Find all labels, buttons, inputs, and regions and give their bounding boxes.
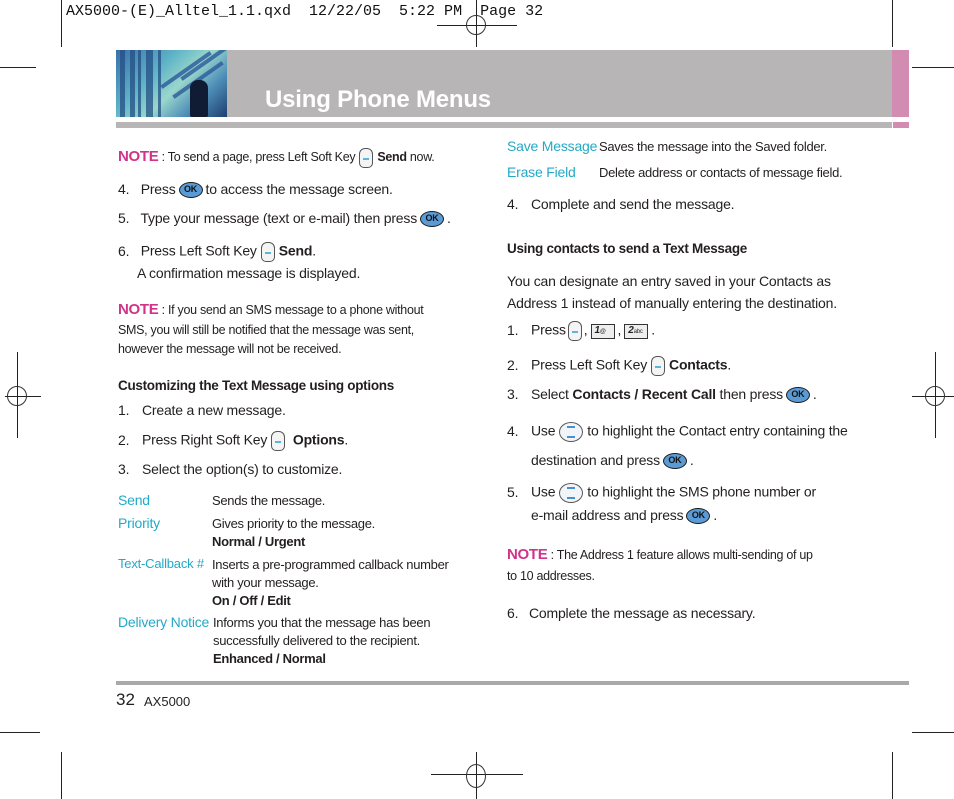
header-photo [116, 50, 227, 117]
navigation-key-icon [559, 483, 584, 503]
footer-rule [116, 681, 909, 685]
crop-mark [61, 752, 62, 799]
ok-key-icon: OK [420, 211, 444, 228]
option-label-save-message: Save Message [507, 138, 598, 154]
ok-key-icon: OK [178, 182, 203, 199]
step-1: 1. Create a new message. [118, 402, 286, 418]
left-soft-key-icon [567, 321, 582, 341]
registration-mark [7, 386, 27, 406]
key-1-icon: 1@ [590, 323, 615, 339]
option-label-send: Send [118, 492, 150, 508]
page-number: 32 [116, 690, 135, 709]
section-heading-contacts: Using contacts to send a Text Message [507, 241, 747, 256]
option-label-erase-field: Erase Field [507, 164, 576, 180]
crop-mark [892, 0, 893, 47]
step-2: 2. Press Right Soft Key Options. [118, 431, 348, 451]
registration-mark [466, 764, 486, 788]
key-2-icon: 2abc [624, 323, 649, 339]
crop-mark [0, 732, 40, 733]
step-6-confirmation: A confirmation message is displayed. [137, 265, 361, 281]
step-3: 3. Select the option(s) to customize. [118, 461, 343, 477]
header-accent-tab [892, 50, 909, 117]
note-label: NOTE [118, 148, 159, 165]
crop-mark [0, 67, 36, 68]
option-desc-send: Sends the message. [212, 493, 326, 508]
option-label-delivery-notice: Delivery Notice [118, 614, 210, 630]
contacts-step-5-line2: e-mail address and press OK. [531, 507, 718, 525]
contacts-step-6: 6. Complete the message as necessary. [507, 605, 756, 621]
option-label-priority: Priority [118, 515, 160, 531]
ok-key-icon: OK [662, 453, 687, 470]
contacts-step-4-line2: destination and press OK. [531, 452, 694, 470]
option-desc-priority: Gives priority to the message. Normal / … [212, 516, 375, 549]
registration-mark [466, 15, 486, 35]
option-label-text-callback: Text-Callback # [118, 556, 204, 571]
contacts-step-3: 3. Select Contacts / Recent Call then pre… [507, 386, 817, 404]
step-4: 4. Press OK to access the message screen. [118, 181, 393, 199]
option-desc-save-message: Saves the message into the Saved folder. [599, 139, 827, 154]
step-6: 6. Press Left Soft Key Send. [118, 242, 316, 262]
contacts-step-4: 4. Use to highlight the Contact entry cont… [507, 422, 848, 442]
option-desc-erase-field: Delete address or contacts of message fi… [599, 165, 843, 180]
left-soft-key-icon [260, 242, 275, 262]
section-heading-customizing: Customizing the Text Message using optio… [118, 378, 394, 393]
contacts-intro: You can designate an entry saved in your… [507, 273, 837, 311]
crop-mark [61, 0, 62, 47]
registration-mark [925, 386, 945, 406]
note-label: NOTE [118, 301, 159, 318]
crop-mark [912, 67, 954, 68]
contacts-step-2: 2. Press Left Soft Key Contacts. [507, 356, 731, 376]
contacts-step-5: 5. Use to highlight the SMS phone number o… [507, 483, 816, 503]
note-sms: NOTE : If you send an SMS message to a p… [118, 301, 424, 356]
note-label: NOTE [507, 546, 548, 563]
step-4-complete: 4. Complete and send the message. [507, 196, 735, 212]
header-rule [116, 122, 892, 128]
note-send-page: NOTE : To send a page, press Left Soft K… [118, 147, 435, 168]
option-desc-delivery-notice: Informs you that the message has been su… [213, 615, 431, 666]
left-soft-key-icon [359, 147, 374, 168]
crop-mark [912, 732, 954, 733]
step-5: 5. Type your message (text or e-mail) th… [118, 210, 451, 228]
right-soft-key-icon [271, 431, 286, 451]
contacts-step-1: 1. Press, 1@, 2abc. [507, 321, 655, 341]
navigation-key-icon [559, 422, 584, 442]
option-desc-text-callback: Inserts a pre-programmed callback number… [212, 557, 449, 608]
ok-key-icon: OK [785, 387, 810, 404]
model-name: AX5000 [144, 694, 191, 709]
ok-key-icon: OK [686, 508, 711, 525]
note-address-1: NOTE : The Address 1 feature allows mult… [507, 546, 813, 583]
page-title: Using Phone Menus [265, 86, 491, 113]
left-soft-key-icon [651, 356, 666, 376]
header-rule-accent [893, 122, 909, 128]
crop-mark [892, 752, 893, 799]
